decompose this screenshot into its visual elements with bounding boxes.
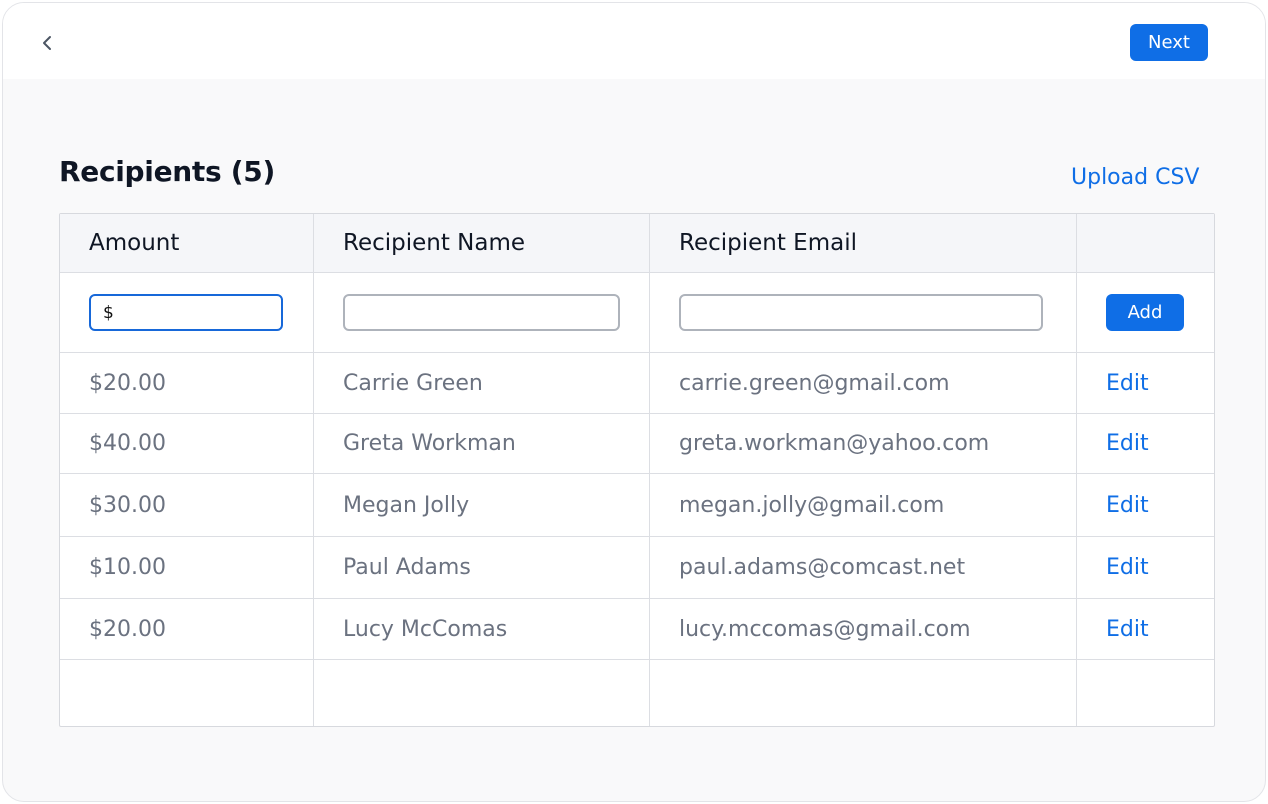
column-header-recipient-email: Recipient Email [650, 214, 1077, 272]
recipient-email-value: carrie.green@gmail.com [650, 353, 1077, 413]
table-row: $20.00 Lucy McComas lucy.mccomas@gmail.c… [60, 599, 1214, 660]
amount-value: $30.00 [60, 474, 314, 536]
recipient-email-value: greta.workman@yahoo.com [650, 414, 1077, 473]
chevron-left-icon [43, 36, 51, 50]
recipient-name-value: Paul Adams [314, 537, 650, 598]
back-button[interactable] [35, 27, 59, 59]
recipient-name-value: Megan Jolly [314, 474, 650, 536]
add-cell: Add [1077, 273, 1214, 352]
table-row: $40.00 Greta Workman greta.workman@yahoo… [60, 414, 1214, 474]
recipient-name-value: Lucy McComas [314, 599, 650, 659]
edit-link[interactable]: Edit [1106, 493, 1149, 518]
table-header-row: Amount Recipient Name Recipient Email [60, 214, 1214, 273]
amount-input[interactable] [89, 294, 283, 331]
recipient-email-value: megan.jolly@gmail.com [650, 474, 1077, 536]
table-row: $10.00 Paul Adams paul.adams@comcast.net… [60, 537, 1214, 599]
add-button[interactable]: Add [1106, 294, 1184, 331]
edit-cell: Edit [1077, 353, 1214, 413]
page-title: Recipients (5) [59, 155, 275, 188]
upload-csv-link[interactable]: Upload CSV [1071, 165, 1199, 190]
recipient-name-value: Carrie Green [314, 353, 650, 413]
empty-cell [650, 660, 1077, 726]
column-header-amount: Amount [60, 214, 314, 272]
edit-link[interactable]: Edit [1106, 617, 1149, 642]
empty-cell [60, 660, 314, 726]
app-window: Next Recipients (5) Upload CSV Amount Re… [2, 2, 1266, 802]
amount-value: $10.00 [60, 537, 314, 598]
recipient-name-value: Greta Workman [314, 414, 650, 473]
column-header-actions [1077, 214, 1214, 272]
recipient-email-value: paul.adams@comcast.net [650, 537, 1077, 598]
recipients-table: Amount Recipient Name Recipient Email Ad… [59, 213, 1215, 727]
table-row: $30.00 Megan Jolly megan.jolly@gmail.com… [60, 474, 1214, 537]
edit-cell: Edit [1077, 599, 1214, 659]
amount-cell [60, 273, 314, 352]
recipient-email-input[interactable] [679, 294, 1043, 331]
recipient-name-input[interactable] [343, 294, 620, 331]
amount-value: $20.00 [60, 599, 314, 659]
name-cell [314, 273, 650, 352]
amount-value: $20.00 [60, 353, 314, 413]
empty-cell [314, 660, 650, 726]
next-button[interactable]: Next [1130, 24, 1208, 61]
column-header-recipient-name: Recipient Name [314, 214, 650, 272]
edit-link[interactable]: Edit [1106, 555, 1149, 580]
top-bar: Next [3, 3, 1265, 79]
email-cell [650, 273, 1077, 352]
table-row: $20.00 Carrie Green carrie.green@gmail.c… [60, 353, 1214, 414]
new-recipient-row: Add [60, 273, 1214, 353]
recipient-email-value: lucy.mccomas@gmail.com [650, 599, 1077, 659]
edit-cell: Edit [1077, 474, 1214, 536]
edit-link[interactable]: Edit [1106, 371, 1149, 396]
amount-value: $40.00 [60, 414, 314, 473]
edit-cell: Edit [1077, 414, 1214, 473]
empty-cell [1077, 660, 1214, 726]
edit-cell: Edit [1077, 537, 1214, 598]
edit-link[interactable]: Edit [1106, 431, 1149, 456]
empty-table-row [60, 660, 1214, 726]
